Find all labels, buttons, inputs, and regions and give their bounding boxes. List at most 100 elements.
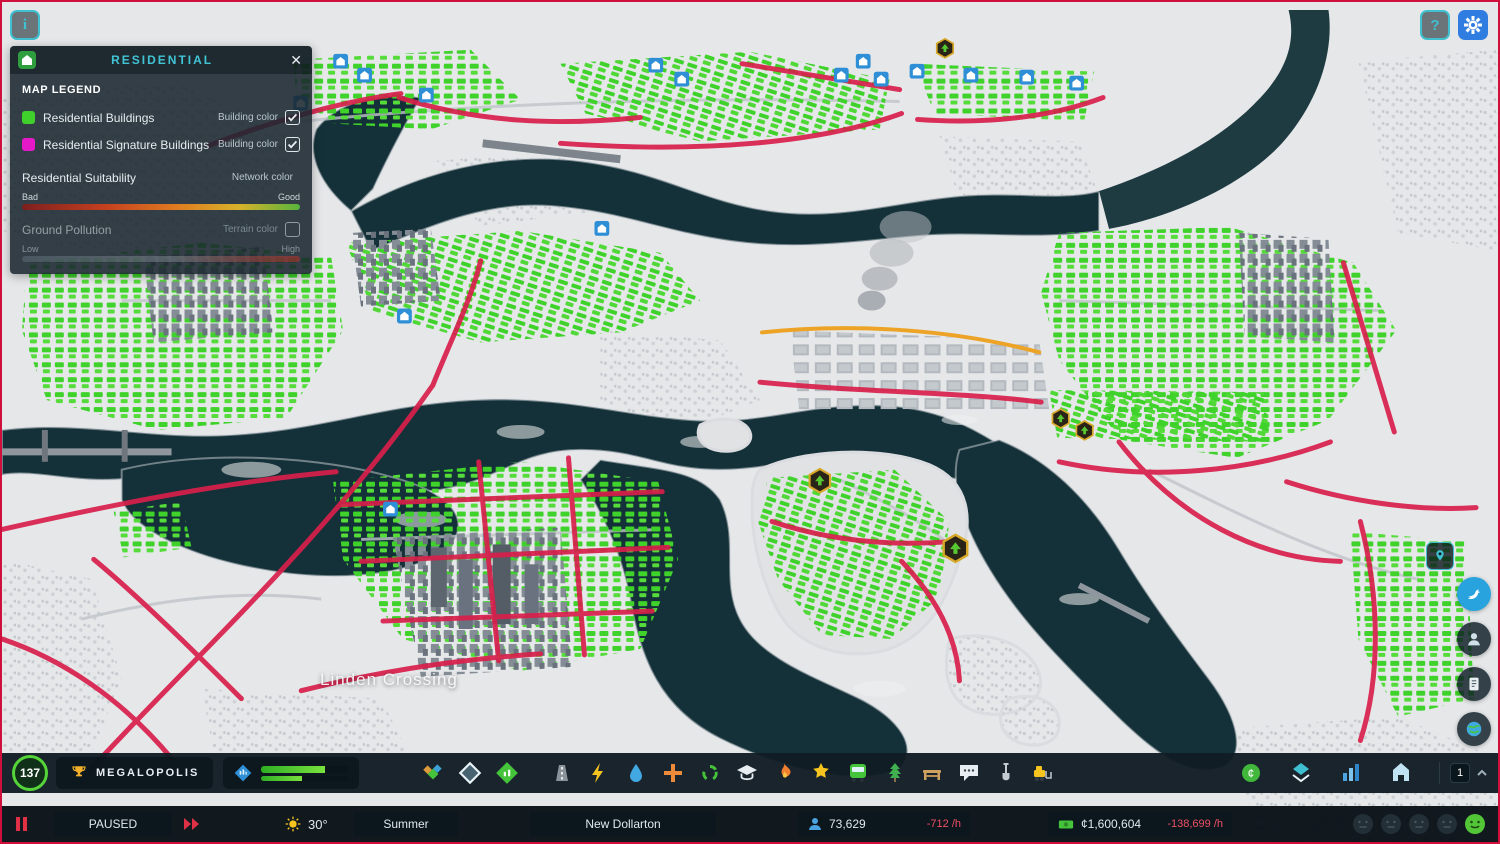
legend-row-label: Residential Signature Buildings <box>43 137 210 152</box>
checkmark-icon <box>287 113 298 122</box>
milestone-button[interactable]: MEGALOPOLIS <box>56 757 214 789</box>
legend-row-type: Building color <box>217 112 278 123</box>
status-bar: PAUSED 30° Summer New Dollarton 73,629 -… <box>2 806 1498 842</box>
bulldozer-tool[interactable] <box>1027 757 1059 789</box>
electricity-tool[interactable] <box>583 757 615 789</box>
residential-color-swatch <box>22 111 35 124</box>
simulation-state[interactable]: PAUSED <box>54 812 172 836</box>
areas-tool[interactable] <box>454 757 486 789</box>
journal-icon <box>1469 677 1479 691</box>
medical-cross-icon <box>664 764 683 782</box>
city-name-display[interactable]: New Dollarton <box>530 812 716 836</box>
globe-icon <box>1466 721 1482 737</box>
police-badge-icon <box>813 763 830 778</box>
fire-rescue-tool[interactable] <box>768 757 800 789</box>
education-tool[interactable] <box>731 757 763 789</box>
fast-forward-icon <box>184 818 199 830</box>
season-label: Summer <box>383 817 429 831</box>
roads-tool[interactable] <box>546 757 578 789</box>
city-progress-icon <box>234 764 252 782</box>
world-button[interactable] <box>1457 712 1491 746</box>
tree-icon <box>889 763 902 782</box>
speech-bubble-icon <box>960 765 979 781</box>
legend-row-type: Building color <box>217 139 278 150</box>
happiness-face-4[interactable] <box>1436 813 1458 835</box>
signature-building-icon <box>496 762 519 784</box>
bulldozer-icon <box>1034 766 1053 781</box>
progression-widget[interactable] <box>223 757 360 789</box>
happiness-indicators <box>1352 813 1486 835</box>
happiness-face-positive[interactable] <box>1464 813 1486 835</box>
budget-value: ¢1,600,604 <box>1081 817 1142 831</box>
signature-checkbox[interactable] <box>285 137 300 152</box>
happiness-face-1[interactable] <box>1352 813 1374 835</box>
citizen-button[interactable] <box>1457 622 1491 656</box>
budget-display[interactable]: ¢1,600,604 -138,699 /h <box>1048 812 1232 836</box>
flame-icon <box>781 763 791 778</box>
pollution-label: Ground Pollution <box>22 222 112 237</box>
journal-button[interactable] <box>1457 667 1491 701</box>
info-views-button[interactable] <box>1285 757 1317 789</box>
close-icon[interactable]: ✕ <box>288 52 304 69</box>
signature-buildings-tool[interactable] <box>491 757 523 789</box>
pollution-checkbox[interactable] <box>285 222 300 237</box>
landscaping-tool[interactable] <box>990 757 1022 789</box>
season-indicator[interactable]: Summer <box>354 812 458 836</box>
tool-buttons <box>417 757 1059 789</box>
residential-checkbox[interactable] <box>285 110 300 125</box>
district-label: Linden Crossing <box>320 670 458 689</box>
toolbar-expand-button[interactable] <box>1476 767 1488 779</box>
areas-icon <box>458 761 482 785</box>
population-display[interactable]: 73,629 -712 /h <box>798 812 970 836</box>
bar-chart-icon <box>1343 764 1359 781</box>
temperature-value: 30° <box>308 816 328 832</box>
pause-button[interactable] <box>14 812 30 836</box>
communications-tool[interactable] <box>953 757 985 789</box>
map-pin-icon <box>1436 550 1444 561</box>
legend-heading: MAP LEGEND <box>22 84 102 96</box>
info-icon: i <box>22 16 28 33</box>
notification-count-badge[interactable]: 1 <box>1450 763 1470 783</box>
transportation-tool[interactable] <box>842 757 874 789</box>
person-icon <box>1468 633 1480 646</box>
happiness-face-3[interactable] <box>1408 813 1430 835</box>
info-button[interactable]: i <box>10 10 40 40</box>
water-sewage-tool[interactable] <box>620 757 652 789</box>
progression-button[interactable] <box>1385 757 1417 789</box>
suitability-gradient-bar <box>22 204 300 210</box>
chirper-button[interactable] <box>1457 577 1491 611</box>
help-button[interactable]: ? <box>1420 10 1450 40</box>
parks-tool[interactable] <box>879 757 911 789</box>
pollution-gradient-bar <box>22 256 300 262</box>
city-level-badge[interactable]: 137 <box>12 755 48 791</box>
zoning-tool[interactable] <box>417 757 449 789</box>
happiness-face-2[interactable] <box>1380 813 1402 835</box>
speed-button[interactable] <box>182 812 202 836</box>
info-views-icon <box>1292 763 1310 783</box>
police-tool[interactable] <box>805 757 837 789</box>
legend-title: RESIDENTIAL <box>111 53 214 67</box>
main-toolbar: 137 MEGALOPOLIS ¢ 1 <box>2 753 1498 793</box>
gear-icon <box>1464 16 1482 34</box>
population-rate: -712 /h <box>926 818 961 830</box>
settings-button[interactable] <box>1458 10 1488 40</box>
legend-row-pollution: Ground Pollution Terrain color <box>22 216 300 243</box>
suitability-scale-labels: Bad Good <box>22 192 300 202</box>
economy-icon: ¢ <box>1242 764 1260 782</box>
pause-label: PAUSED <box>88 817 138 831</box>
residential-infoview-icon <box>18 51 36 69</box>
economy-button[interactable]: ¢ <box>1235 757 1267 789</box>
statistics-button[interactable] <box>1335 757 1367 789</box>
weather-indicator[interactable]: 30° <box>284 812 328 836</box>
recreation-tool[interactable] <box>916 757 948 789</box>
suitability-type: Network color <box>231 172 293 183</box>
signature-color-swatch <box>22 138 35 151</box>
water-drop-icon <box>630 764 643 782</box>
map-pin-button[interactable] <box>1426 542 1454 570</box>
legend-row-signature: Residential Signature Buildings Building… <box>22 131 300 158</box>
garbage-tool[interactable] <box>694 757 726 789</box>
game-screen: Linden Crossing i ? RESIDENTIAL ✕ MAP LE… <box>0 0 1500 844</box>
healthcare-tool[interactable] <box>657 757 689 789</box>
legend-row-suitability: Residential Suitability Network color <box>22 164 300 191</box>
city-name: New Dollarton <box>585 817 661 831</box>
